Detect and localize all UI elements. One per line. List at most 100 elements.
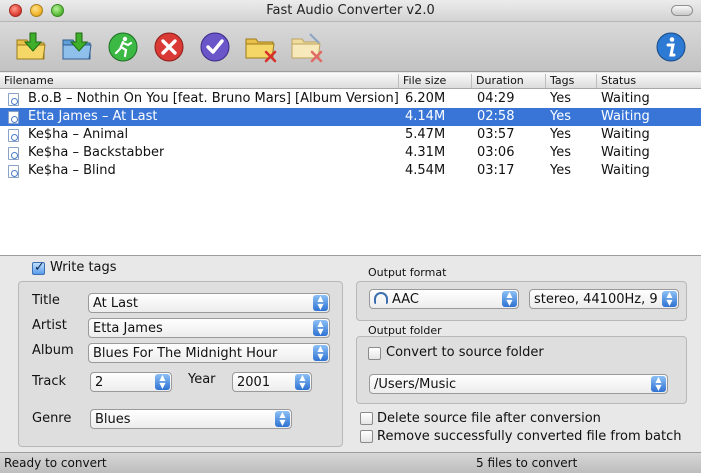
chevron-down-icon[interactable]: ▲ ▼ [502, 291, 517, 307]
cell-duration: 03:06 [477, 145, 515, 160]
cell-size: 5.47M [405, 127, 446, 142]
remove-files-button[interactable] [244, 30, 278, 64]
year-value: 2001 [237, 375, 271, 390]
artist-label: Artist [32, 318, 67, 333]
audio-file-icon [8, 111, 19, 124]
audio-file-icon [8, 129, 19, 142]
album-combo[interactable]: Blues For The Midnight Hour ▲ ▼ [88, 343, 330, 363]
column-status[interactable]: Status [596, 74, 701, 88]
artist-combo[interactable]: Etta James ▲ ▼ [88, 318, 330, 338]
table-row[interactable]: Ke$ha – Animal 5.47M 03:57 Yes Waiting [0, 126, 701, 144]
cell-status: Waiting [601, 109, 650, 124]
genre-value: Blues [95, 412, 131, 427]
stop-icon [154, 32, 184, 62]
chevron-down-icon[interactable]: ▲ ▼ [662, 291, 677, 307]
format-select[interactable]: AAC ▲ ▼ [369, 289, 519, 309]
cell-tags: Yes [550, 145, 571, 160]
cell-tags: Yes [550, 109, 571, 124]
info-icon [656, 32, 686, 62]
cell-size: 4.54M [405, 163, 446, 178]
genre-select[interactable]: Blues ▲ ▼ [90, 409, 292, 429]
chevron-down-icon[interactable]: ▲ ▼ [313, 320, 328, 336]
chevron-down-icon[interactable]: ▲ ▼ [275, 411, 290, 427]
chevron-down-icon[interactable]: ▲ ▼ [313, 345, 328, 361]
audio-file-icon [8, 93, 19, 106]
status-left: Ready to convert [4, 456, 107, 470]
cell-duration: 03:17 [477, 163, 515, 178]
column-duration[interactable]: Duration [471, 74, 545, 88]
output-format-label: Output format [368, 266, 447, 279]
cell-size: 4.31M [405, 145, 446, 160]
remove-converted-checkbox[interactable] [360, 430, 373, 443]
cell-filename: Ke$ha – Backstabber [28, 145, 165, 160]
add-files-button[interactable] [14, 30, 48, 64]
status-right: 5 files to convert [476, 456, 578, 470]
cell-status: Waiting [601, 145, 650, 160]
remove-folder-icon [245, 38, 277, 63]
write-tags-checkbox[interactable] [32, 260, 45, 275]
cell-size: 6.20M [405, 91, 446, 106]
audio-file-icon [8, 165, 19, 178]
info-button[interactable] [654, 30, 688, 64]
table-row[interactable]: Etta James – At Last 4.14M 02:58 Yes Waiting [0, 108, 701, 126]
remove-converted-label: Remove successfully converted file from … [377, 429, 682, 444]
cell-filename: Etta James – At Last [28, 109, 158, 124]
convert-to-source-checkbox[interactable] [368, 347, 381, 360]
cell-size: 4.14M [405, 109, 446, 124]
track-combo[interactable]: 2 ▲ ▼ [90, 372, 172, 392]
table-row[interactable]: Ke$ha – Backstabber 4.31M 03:06 Yes Waiting [0, 144, 701, 162]
year-combo[interactable]: 2001 ▲ ▼ [232, 372, 312, 392]
chevron-down-icon[interactable]: ▲ ▼ [155, 374, 170, 390]
format-options-select[interactable]: stereo, 44100Hz, 9 ▲ ▼ [529, 289, 679, 309]
chevron-down-icon[interactable]: ▲ ▼ [313, 295, 328, 311]
cell-filename: B.o.B – Nothin On You [feat. Bruno Mars]… [28, 91, 399, 106]
file-table[interactable]: Filename File size Duration Tags Status … [0, 73, 701, 256]
convert-to-source-label: Convert to source folder [386, 345, 544, 360]
add-files-icon [16, 32, 46, 60]
write-tags-label: Write tags [50, 260, 117, 275]
track-value: 2 [95, 375, 104, 390]
chevron-down-icon[interactable]: ▲ ▼ [295, 374, 310, 390]
artist-value: Etta James [93, 321, 163, 336]
status-bar: Ready to convert 5 files to convert [0, 452, 701, 473]
format-value: AAC [392, 292, 419, 307]
add-folder-button[interactable] [60, 30, 94, 64]
settings-panel: Write tags Title At Last ▲▼ Artist Etta … [0, 257, 701, 451]
track-label: Track [32, 374, 67, 389]
output-folder-group: Convert to source folder /Users/Music ▲ ▼ [356, 336, 687, 404]
check-button[interactable] [198, 30, 232, 64]
add-folder-icon [62, 32, 92, 60]
cell-duration: 03:57 [477, 127, 515, 142]
toolbar [0, 22, 701, 72]
output-folder-select[interactable]: /Users/Music ▲ ▼ [369, 374, 668, 394]
table-row[interactable]: B.o.B – Nothin On You [feat. Bruno Mars]… [0, 90, 701, 108]
cell-duration: 02:58 [477, 109, 515, 124]
table-row[interactable]: Ke$ha – Blind 4.54M 03:17 Yes Waiting [0, 162, 701, 180]
table-header: Filename File size Duration Tags Status [0, 73, 701, 89]
delete-source-checkbox[interactable] [360, 412, 373, 425]
delete-source-label: Delete source file after conversion [377, 411, 601, 426]
format-options-value: stereo, 44100Hz, 9 [534, 292, 658, 307]
convert-button[interactable] [106, 30, 140, 64]
album-label: Album [32, 343, 74, 358]
clear-list-button[interactable] [290, 30, 324, 64]
genre-label: Genre [32, 411, 72, 426]
title-value: At Last [93, 296, 138, 311]
check-icon [200, 32, 230, 62]
clear-list-icon [291, 33, 323, 63]
column-file-size[interactable]: File size [398, 74, 471, 88]
column-filename[interactable]: Filename [0, 74, 398, 88]
chevron-down-icon[interactable]: ▲ ▼ [651, 376, 666, 392]
toolbar-toggle-button[interactable] [671, 5, 693, 16]
audio-file-icon [8, 147, 19, 160]
column-tags[interactable]: Tags [545, 74, 596, 88]
title-combo[interactable]: At Last ▲ ▼ [88, 293, 330, 313]
window-title: Fast Audio Converter v2.0 [266, 3, 435, 18]
output-format-group: AAC ▲ ▼ stereo, 44100Hz, 9 ▲ ▼ [356, 281, 687, 321]
run-icon [108, 32, 138, 62]
cell-tags: Yes [550, 91, 571, 106]
cell-status: Waiting [601, 127, 650, 142]
output-folder-value: /Users/Music [374, 377, 457, 392]
stop-button[interactable] [152, 30, 186, 64]
cell-duration: 04:29 [477, 91, 515, 106]
